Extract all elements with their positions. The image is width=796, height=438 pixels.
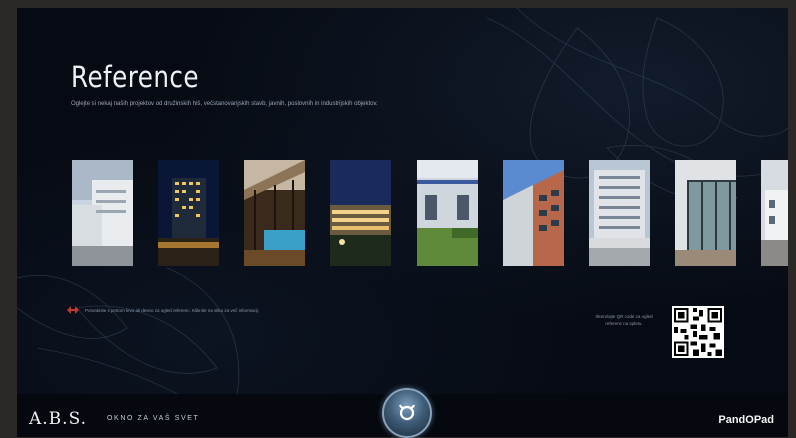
reference-photo-5[interactable] [417,160,478,266]
swipe-hint-text: Pomaknite s prstom levo ali desno za ogl… [85,307,260,313]
pandopad-brand: PandOPad [718,414,774,426]
swipe-hint: Pomaknite s prstom levo ali desno za ogl… [67,306,259,314]
reference-photo-6[interactable] [503,160,564,266]
reference-photo-9[interactable] [761,160,788,266]
abs-logo: A.B.S. [29,409,88,429]
reference-photo-2[interactable] [158,160,219,266]
company-slogan: OKNO ZA VAŠ SVET [107,415,200,422]
page-subtitle: Oglejte si nekaj naših projektov od druž… [71,101,378,107]
reference-photo-8[interactable] [675,160,736,266]
home-logo-icon [399,404,415,421]
reference-photo-1[interactable] [72,160,133,266]
qr-code-icon[interactable] [672,306,724,358]
page-title: Reference [71,60,199,94]
home-button[interactable] [382,388,432,438]
reference-photo-4[interactable] [330,160,391,266]
swipe-arrows-icon [67,306,79,314]
qr-caption: Skenirajte QR code za ogled referenc na … [595,314,653,326]
reference-photo-3[interactable] [244,160,305,266]
reference-gallery[interactable] [72,160,788,266]
reference-photo-7[interactable] [589,160,650,266]
app-screen: Reference Oglejte si nekaj naših projekt… [17,8,788,394]
